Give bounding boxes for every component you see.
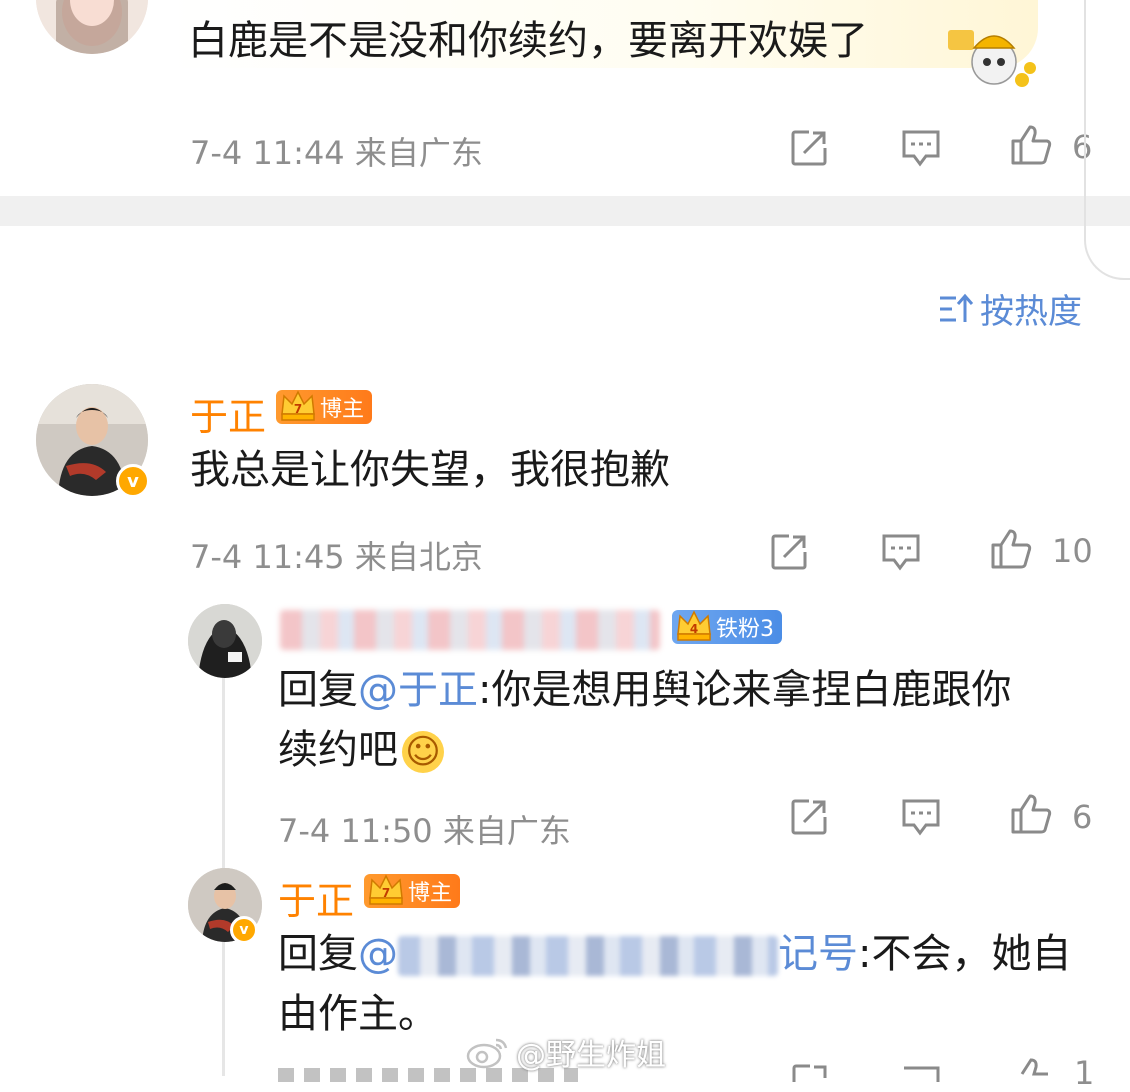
share-button[interactable]: [766, 529, 812, 575]
comment-icon: [904, 1066, 940, 1082]
reply-body-continued: 续约吧: [278, 727, 398, 773]
badge-label: 博主: [320, 397, 365, 422]
comment-button[interactable]: [898, 794, 944, 840]
mention-link[interactable]: @于正: [358, 667, 478, 713]
like-button[interactable]: [1010, 1056, 1054, 1080]
comment-text: 我总是让你失望，我很抱歉: [190, 447, 670, 493]
avatar[interactable]: [188, 604, 262, 678]
reply-text: 回复@于正:你是想用舆论来拿捏白鹿跟你 续约吧 ☺: [278, 662, 1098, 778]
comment-icon: [902, 799, 940, 836]
badge-label: 铁粉3: [716, 617, 774, 642]
comment-meta: 7-4 11:44 来自广东: [190, 134, 483, 172]
thumbs-up-icon: [1011, 794, 1052, 834]
reply-body: :你是想用舆论来拿捏白鹿跟你: [478, 667, 1012, 713]
blogger-badge: 7 博主: [364, 874, 461, 908]
like-count: 1: [1074, 1054, 1095, 1092]
mention-link[interactable]: @: [358, 931, 398, 977]
comment-icon: [882, 534, 920, 571]
verified-badge: v: [230, 916, 258, 944]
svg-text:7: 7: [294, 402, 302, 416]
like-button[interactable]: [988, 526, 1034, 572]
comment-button[interactable]: [898, 125, 944, 171]
sort-label: 按热度: [980, 292, 1082, 332]
reply-prefix: 回复: [278, 667, 358, 713]
weibo-logo-icon: [466, 1038, 508, 1069]
comment-text: 白鹿是不是没和你续约，要离开欢娱了: [188, 18, 868, 64]
watermark: @野生炸姐: [466, 1030, 666, 1074]
share-icon: [771, 534, 807, 570]
share-button[interactable]: [786, 125, 832, 171]
crown-icon: 7: [369, 874, 403, 905]
crown-icon: 4: [677, 610, 711, 641]
avatar[interactable]: [36, 0, 148, 54]
watermark-text: @野生炸姐: [516, 1038, 666, 1073]
svg-text:7: 7: [382, 886, 390, 900]
mention-blurred[interactable]: [398, 936, 778, 976]
thumbs-up-icon: [1020, 1058, 1048, 1076]
share-icon: [792, 1064, 827, 1082]
like-button[interactable]: [1008, 122, 1054, 168]
section-divider: [0, 196, 1130, 226]
comment-button[interactable]: [878, 529, 924, 575]
badge-label: 博主: [408, 881, 453, 906]
verified-badge: v: [116, 464, 150, 498]
reply-prefix: 回复: [278, 931, 358, 977]
reply-body: :不会，她自: [858, 931, 1072, 977]
reply-meta: 7-4 11:50 来自广东: [278, 812, 571, 850]
fan-badge: 4 铁粉3: [672, 610, 782, 644]
author-name[interactable]: 于正: [190, 386, 266, 441]
cartoon-sticker: [944, 20, 1040, 90]
share-icon: [791, 130, 827, 166]
thumbs-up-icon: [1011, 125, 1052, 165]
smile-emoji: ☺: [402, 731, 444, 773]
reply-body-continued: 由作主。: [278, 991, 438, 1037]
comment-icon: [902, 130, 940, 167]
comment-meta: 7-4 11:45 来自北京: [190, 538, 483, 576]
like-count: 6: [1072, 798, 1093, 836]
username-blurred[interactable]: [280, 610, 660, 650]
sort-icon: [940, 293, 974, 322]
author-name[interactable]: 于正: [278, 870, 354, 925]
share-icon: [791, 799, 827, 835]
svg-text:4: 4: [690, 622, 698, 636]
thumbs-up-icon: [991, 529, 1032, 569]
reply-text: 回复@ 记号:不会，她自 由作主。: [278, 926, 1098, 1042]
like-button[interactable]: [1008, 791, 1054, 837]
mention-link-end[interactable]: 记号: [778, 931, 858, 977]
like-count: 10: [1052, 532, 1093, 570]
share-button[interactable]: [790, 1062, 830, 1082]
crown-icon: 7: [281, 390, 315, 421]
sort-control[interactable]: 按热度: [938, 284, 1082, 333]
share-button[interactable]: [786, 794, 832, 840]
blogger-badge: 7 博主: [276, 390, 373, 424]
comment-button[interactable]: [900, 1064, 942, 1082]
scrollbar[interactable]: [1084, 0, 1130, 280]
